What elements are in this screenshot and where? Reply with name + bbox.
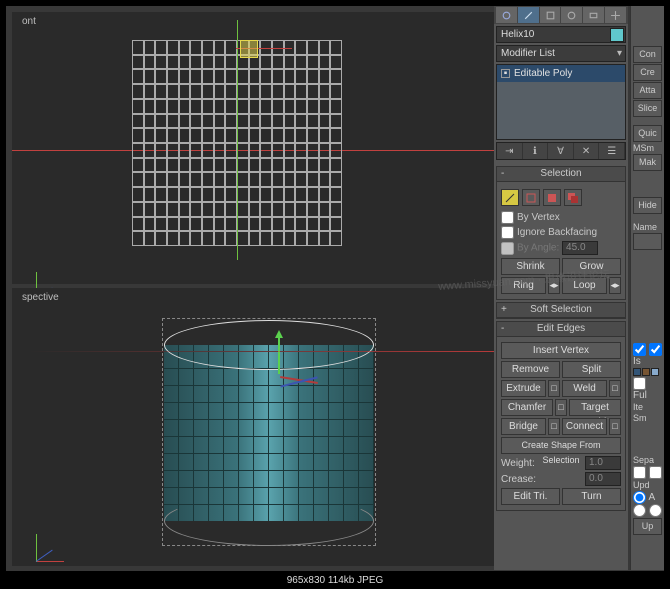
show-end-result-icon[interactable]: ℹ [523,143,549,159]
make-unique-icon[interactable]: ∀ [548,143,574,159]
configure-sets-icon[interactable]: ☰ [599,143,625,159]
crease-label: Crease: [501,474,582,485]
chk-side-a[interactable] [633,344,646,354]
extrude-button[interactable]: Extrude [501,380,546,397]
weight-label: Weight: [501,458,582,469]
loop-spinner[interactable]: ◂▸ [609,277,621,294]
stack-item-editable-poly[interactable]: ▪ Editable Poly [497,65,625,82]
tab-create[interactable] [496,7,517,23]
weld-settings[interactable]: □ [609,380,621,397]
chk-full[interactable]: Ful [633,378,647,400]
chk-ignore-backfacing[interactable]: Ignore Backfacing [501,225,621,240]
hide-button[interactable]: Hide [633,197,662,214]
by-angle-spinner: 45.0 [562,241,598,255]
chamfer-button[interactable]: Chamfer [501,399,553,416]
atta-button[interactable]: Atta [633,82,662,99]
rollout-head-edit-edges[interactable]: -Edit Edges [497,322,625,337]
quick-button[interactable]: Quic [633,125,662,142]
connect-button[interactable]: Connect [562,418,607,435]
tab-motion[interactable] [561,7,582,23]
chk-by-vertex[interactable]: By Vertex [501,210,621,225]
turn-button[interactable]: Turn [562,488,621,505]
expand-icon[interactable]: ▪ [501,69,510,78]
split-button[interactable]: Split [562,361,621,378]
secondary-panel: Con Cre Atta Slice Quic MSm Mak Hide Nam… [630,6,664,570]
con-button[interactable]: Con [633,46,662,63]
connect-settings[interactable]: □ [609,418,621,435]
crease-spinner[interactable]: 0.0 [585,472,621,486]
weld-button[interactable]: Weld [562,380,607,397]
edit-tri-button[interactable]: Edit Tri. [501,488,560,505]
object-color-swatch[interactable] [610,28,624,42]
rollout-soft-selection: +Soft Selection [496,302,626,319]
chk-a[interactable]: A [633,492,655,502]
viewport-label-front: ont [22,16,36,27]
tab-display[interactable] [583,7,604,23]
weight-spinner[interactable]: 1.0 [585,456,621,470]
transform-gizmo[interactable] [258,332,338,412]
bridge-settings[interactable]: □ [548,418,560,435]
chk-by-angle: By Angle: 45.0 [501,240,621,256]
name-label: Name [633,222,662,232]
chk-sep1[interactable] [633,467,646,477]
axis-y [237,20,238,260]
create-shape-button[interactable]: Create Shape From Selection [501,437,621,454]
rollout-head-soft-selection[interactable]: +Soft Selection [497,303,625,318]
command-panel-tabs [494,6,628,24]
cre-button[interactable]: Cre [633,64,662,81]
subobject-row [501,189,621,206]
rollout-edit-edges: -Edit Edges Insert Vertex Remove Split E… [496,321,626,511]
wireframe-plane [132,40,342,246]
modifier-stack[interactable]: ▪ Editable Poly [496,64,626,140]
make-button[interactable]: Mak [633,154,662,171]
sm-label: Sm [633,413,662,423]
subobj-edge[interactable] [501,189,519,206]
tab-modify[interactable] [518,7,539,23]
insert-vertex-button[interactable]: Insert Vertex [501,342,621,359]
chk-b[interactable] [633,505,646,515]
viewport-perspective[interactable]: spective [12,288,497,566]
remove-button[interactable]: Remove [501,361,560,378]
extrude-settings[interactable]: □ [548,380,560,397]
modifier-list-dropdown[interactable]: Modifier List [496,45,626,62]
msm-label: MSm [633,143,662,153]
image-info-footer: 965x830 114kb JPEG [0,573,670,589]
bridge-button[interactable]: Bridge [501,418,546,435]
world-axis-icon [36,518,80,562]
viewport-label-perspective: spective [22,292,59,303]
slice-button[interactable]: Slice [633,100,662,117]
selection-indicator [240,40,258,58]
rollout-head-selection[interactable]: -Selection [497,167,625,182]
chk-c[interactable] [649,505,662,515]
chamfer-settings[interactable]: □ [555,399,567,416]
subobj-element[interactable] [564,189,582,206]
remove-modifier-icon[interactable]: ✕ [574,143,600,159]
subobj-border[interactable] [522,189,540,206]
upd-label: Upd [633,480,662,490]
color-swatches[interactable] [633,368,662,376]
subobj-polygon[interactable] [543,189,561,206]
name-field[interactable] [633,233,662,250]
sep-label: Sepa [633,455,662,465]
update-button[interactable]: Up [633,518,662,535]
annotation-line [29,351,504,352]
pin-stack-icon[interactable]: ⇥ [497,143,523,159]
object-name-input[interactable]: Helix10 [496,26,626,43]
viewport-front[interactable]: ont [12,12,497,284]
target-weld-button[interactable]: Target Weld [569,399,621,416]
iter-label: Ite [633,402,662,412]
chk-sep2[interactable] [649,467,662,477]
tab-utilities[interactable] [605,7,626,23]
stack-toolbar: ⇥ ℹ ∀ ✕ ☰ [496,142,626,160]
tab-hierarchy[interactable] [540,7,561,23]
